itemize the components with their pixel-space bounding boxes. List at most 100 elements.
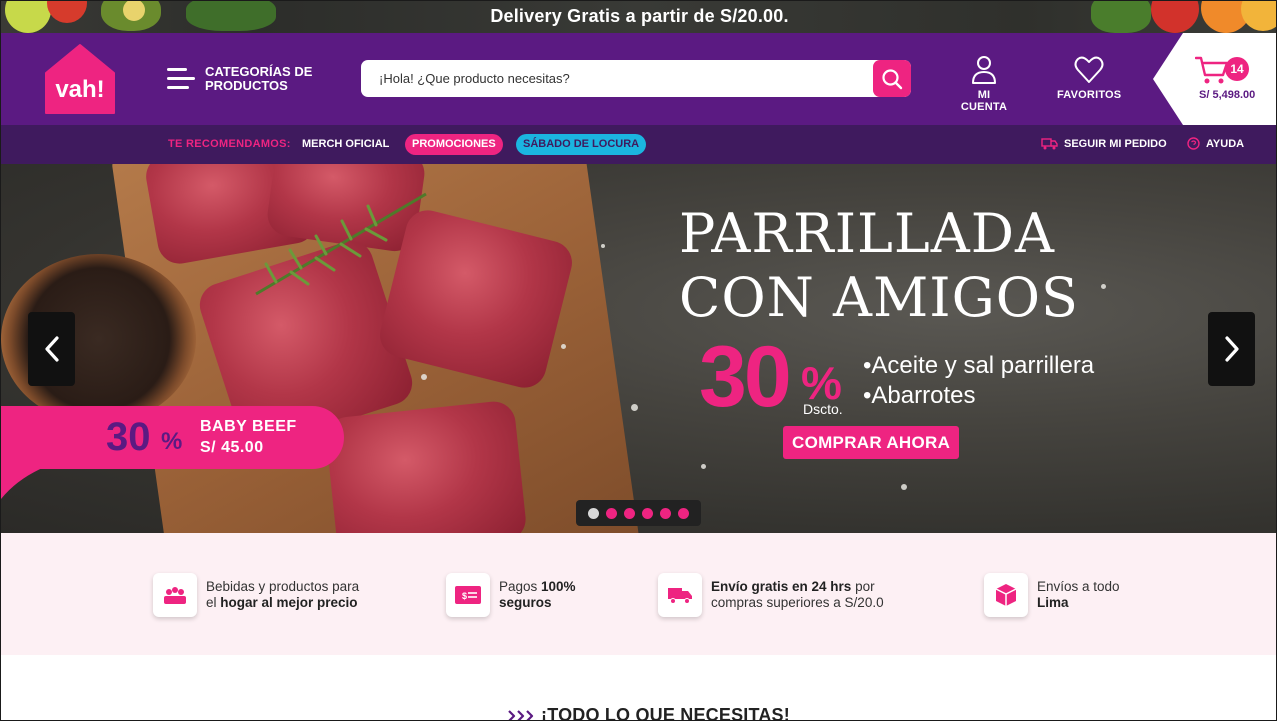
- cart-button[interactable]: 14 S/ 5,498.00: [1153, 33, 1276, 125]
- chevron-right-icon: [1224, 336, 1239, 362]
- benefit-text-bold: hogar al mejor precio: [220, 595, 358, 610]
- track-order-label: SEGUIR MI PEDIDO: [1064, 137, 1167, 150]
- benefit-text-plain: el: [206, 595, 221, 610]
- benefit-text-plain: por: [851, 579, 875, 594]
- hero-title: PARRILLADA CON AMIGOS: [679, 202, 1079, 330]
- cart-total: S/ 5,498.00: [1199, 89, 1256, 101]
- benefit-text: Pagos 100% seguros: [499, 579, 576, 611]
- promo-discount-symbol: %: [161, 428, 183, 455]
- recommend-label: TE RECOMENDAMOS:: [168, 138, 291, 150]
- vah-logo[interactable]: vah!: [44, 43, 116, 115]
- benefit-text-bold: seguros: [499, 595, 552, 610]
- payment-card-icon: $: [455, 586, 481, 604]
- carousel-dot[interactable]: [588, 507, 599, 519]
- hamburger-icon: [167, 68, 195, 90]
- carousel-dot[interactable]: [624, 507, 635, 519]
- food-tray-icon: [164, 587, 186, 604]
- page: Delivery Gratis a partir de S/20.00. vah…: [0, 0, 1277, 721]
- cart-count-badge: 14: [1225, 57, 1249, 81]
- benefit-line: compras superiores a S/20.0: [711, 595, 884, 610]
- benefit-icon-box: [658, 573, 702, 617]
- categories-label-line1: CATEGORÍAS DE: [205, 64, 313, 79]
- carousel-pagination: [576, 500, 701, 526]
- main-header: vah! CATEGORÍAS DE PRODUCTOS ¡Hola! ¿Que…: [1, 33, 1276, 125]
- hero-title-line2: CON AMIGOS: [679, 266, 1080, 329]
- chevron-left-icon: [44, 336, 59, 362]
- salt-decoration: [901, 484, 907, 490]
- favorites-link[interactable]: FAVORITOS: [1057, 55, 1121, 101]
- section-heading: ¡TODO LO QUE NECESITAS!: [507, 705, 790, 721]
- promotions-link[interactable]: PROMOCIONES: [405, 134, 503, 155]
- logo-text: vah!: [55, 76, 104, 103]
- benefit-line: Envíos a todo: [1037, 579, 1120, 594]
- my-account-label: MI CUENTA: [960, 89, 1008, 113]
- section-title: ¡TODO LO QUE NECESITAS!: [541, 705, 790, 721]
- favorites-label: FAVORITOS: [1057, 89, 1122, 101]
- chat-help-icon: [1187, 137, 1200, 150]
- carousel-dot[interactable]: [606, 507, 617, 519]
- promo-product-name: BABY BEEF: [200, 418, 297, 435]
- categories-label: CATEGORÍAS DE PRODUCTOS: [205, 65, 325, 93]
- salt-decoration: [561, 344, 566, 349]
- hero-bullet-list: •Aceite y sal parrillera •Abarrotes: [863, 351, 1094, 411]
- salt-decoration: [701, 464, 706, 469]
- salt-decoration: [421, 374, 427, 380]
- benefit-text: Envío gratis en 24 hrs por compras super…: [711, 579, 884, 611]
- delivery-banner-text: Delivery Gratis a partir de S/20.00.: [490, 6, 789, 26]
- hero-discount-word: Dscto.: [803, 401, 843, 417]
- promo-product-price: S/ 45.00: [200, 439, 264, 456]
- search-icon: [882, 68, 903, 89]
- rosemary-image: [255, 192, 427, 296]
- delivery-truck-icon: [668, 588, 692, 604]
- search-bar: [361, 60, 911, 97]
- benefit-item: Envío gratis en 24 hrs por compras super…: [658, 573, 884, 617]
- carousel-dot[interactable]: [678, 507, 689, 519]
- hero-bullet: •Aceite y sal parrillera: [863, 352, 1095, 379]
- categories-menu-button[interactable]: CATEGORÍAS DE PRODUCTOS: [167, 65, 325, 93]
- shopping-cart-icon: [1195, 56, 1229, 84]
- user-icon: [972, 56, 996, 84]
- svg-text:$: $: [462, 591, 467, 601]
- help-label: AYUDA: [1206, 137, 1245, 150]
- sub-navigation: TE RECOMENDAMOS: MERCH OFICIAL PROMOCION…: [1, 125, 1276, 164]
- search-button[interactable]: [873, 60, 911, 97]
- benefit-item: Bebidas y productos para el hogar al mej…: [153, 573, 359, 617]
- carousel-dot[interactable]: [642, 507, 653, 519]
- package-box-icon: [995, 584, 1017, 606]
- hero-bullet: •Abarrotes: [863, 382, 976, 409]
- carousel-dot[interactable]: [660, 507, 671, 519]
- help-link[interactable]: AYUDA: [1187, 137, 1244, 150]
- search-input[interactable]: [361, 60, 871, 97]
- track-order-link[interactable]: SEGUIR MI PEDIDO: [1041, 137, 1167, 150]
- benefit-item: Envíos a todo Lima: [984, 573, 1120, 617]
- benefit-line: Bebidas y productos para: [206, 579, 360, 594]
- categories-label-line2: PRODUCTOS: [205, 78, 288, 93]
- carousel-prev-button[interactable]: [28, 312, 75, 386]
- benefit-icon-box: $: [446, 573, 490, 617]
- merch-link[interactable]: MERCH OFICIAL: [295, 134, 396, 155]
- heart-icon: [1074, 56, 1104, 83]
- buy-now-button[interactable]: COMPRAR AHORA: [783, 426, 960, 459]
- crazy-saturday-link[interactable]: SÁBADO DE LOCURA: [516, 134, 647, 155]
- benefit-text: Bebidas y productos para el hogar al mej…: [206, 579, 359, 611]
- delivery-banner: Delivery Gratis a partir de S/20.00.: [1, 1, 1276, 33]
- salt-decoration: [601, 244, 605, 248]
- hero-title-line1: PARRILLADA: [679, 202, 1056, 265]
- benefit-text: Envíos a todo Lima: [1037, 579, 1120, 611]
- benefit-text-bold: 100%: [541, 579, 576, 594]
- benefit-text-bold: Lima: [1037, 595, 1069, 610]
- benefits-strip: Bebidas y productos para el hogar al mej…: [1, 533, 1276, 655]
- steak-image: [324, 399, 528, 533]
- promo-discount-number: 30: [106, 415, 151, 459]
- carousel-next-button[interactable]: [1208, 312, 1255, 386]
- hero-discount-number: 30: [699, 329, 792, 425]
- benefit-item: $ Pagos 100% seguros: [446, 573, 576, 617]
- salt-decoration: [631, 404, 638, 411]
- triple-chevron-icon: [508, 709, 534, 720]
- benefit-text-bold: Envío gratis en 24 hrs: [711, 579, 852, 594]
- benefit-text-plain: Pagos: [499, 579, 542, 594]
- my-account-link[interactable]: MI CUENTA: [953, 55, 1015, 113]
- benefit-icon-box: [153, 573, 197, 617]
- hero-carousel: PARRILLADA CON AMIGOS 30 % Dscto. •Aceit…: [1, 164, 1276, 533]
- truck-icon: [1041, 138, 1058, 150]
